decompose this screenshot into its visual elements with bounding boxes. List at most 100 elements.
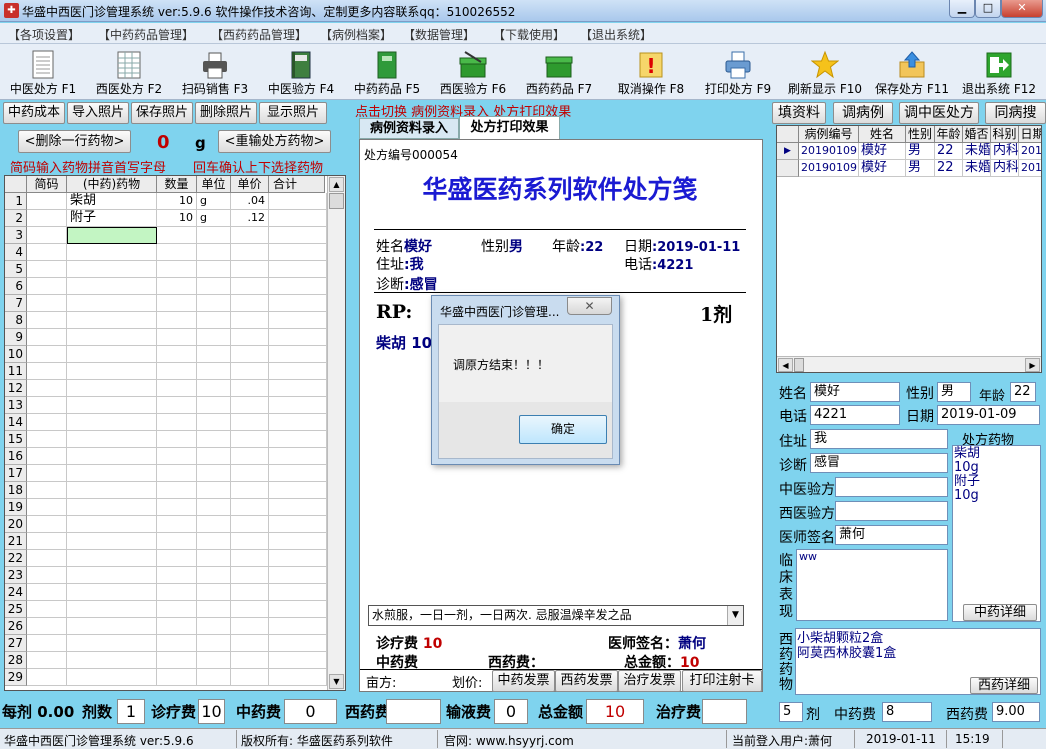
case-cell[interactable]: 内科 — [991, 143, 1019, 160]
herb-fee-field[interactable]: 0 — [284, 699, 337, 724]
grid-cell-name[interactable] — [67, 601, 157, 618]
grid-cell-code[interactable] — [27, 567, 67, 584]
menu-herb-drugs[interactable]: 【中药药品管理】 — [98, 26, 194, 43]
grid-cell-code[interactable] — [27, 652, 67, 669]
grid-cell-total[interactable] — [269, 363, 327, 380]
grid-cell-code[interactable] — [27, 397, 67, 414]
grid-cell-total[interactable] — [269, 414, 327, 431]
grid-cell-name[interactable] — [67, 448, 157, 465]
tab-load-tcm-rx[interactable]: 调中医处方 — [899, 102, 979, 124]
grid-cell-qty[interactable] — [157, 669, 197, 686]
grid-cell-price[interactable] — [231, 363, 269, 380]
grid-cell-total[interactable] — [269, 431, 327, 448]
grid-cell-qty[interactable] — [157, 652, 197, 669]
scroll-thumb[interactable] — [329, 193, 344, 209]
scroll-down-icon[interactable]: ▼ — [329, 674, 344, 689]
grid-cell-price[interactable] — [231, 499, 269, 516]
tab-same-disease-search[interactable]: 同病搜 — [985, 102, 1046, 124]
tcm-recipe-button[interactable]: 中医验方 F4 — [258, 46, 344, 98]
grid-cell-price[interactable]: .12 — [231, 210, 269, 227]
grid-cell-price[interactable] — [231, 635, 269, 652]
grid-cell-total[interactable] — [269, 584, 327, 601]
grid-cell-unit[interactable] — [197, 652, 231, 669]
herb-invoice-button[interactable]: 中药发票 — [492, 670, 555, 692]
grid-cell-qty[interactable] — [157, 278, 197, 295]
grid-cell-code[interactable] — [27, 618, 67, 635]
grid-cell-code[interactable] — [27, 601, 67, 618]
grid-cell-qty[interactable] — [157, 295, 197, 312]
grid-cell-qty[interactable] — [157, 329, 197, 346]
doctor-field[interactable]: 萧何 — [835, 525, 948, 545]
minimize-icon[interactable]: ▁ — [949, 0, 975, 18]
grid-cell-name[interactable] — [67, 499, 157, 516]
case-hscroll[interactable]: ◀ ▶ — [777, 356, 1041, 372]
grid-cell-unit[interactable] — [197, 397, 231, 414]
cancel-operation-button[interactable]: ! 取消操作 F8 — [608, 46, 694, 98]
grid-cell-unit[interactable] — [197, 448, 231, 465]
grid-cell-code[interactable] — [27, 261, 67, 278]
menu-west-drugs[interactable]: 【西药药品管理】 — [211, 26, 307, 43]
grid-cell-code[interactable] — [27, 669, 67, 686]
grid-cell-unit[interactable] — [197, 278, 231, 295]
grid-cell-price[interactable] — [231, 669, 269, 686]
grid-cell-total[interactable] — [269, 550, 327, 567]
grid-cell-name[interactable] — [67, 261, 157, 278]
sex-field[interactable]: 男 — [937, 382, 971, 402]
grid-cell-unit[interactable] — [197, 499, 231, 516]
dialog-ok-button[interactable]: 确定 — [519, 415, 607, 444]
grid-cell-code[interactable] — [27, 584, 67, 601]
usage-select[interactable]: 水煎服，一日一剂，一日两次. 忌服温燥辛发之品 ▼ — [368, 605, 744, 626]
grid-cell-name[interactable] — [67, 635, 157, 652]
grid-cell-name[interactable] — [67, 278, 157, 295]
grid-cell-qty[interactable] — [157, 227, 197, 244]
grid-cell-name[interactable]: 柴胡 — [67, 193, 157, 210]
grid-cell-unit[interactable] — [197, 516, 231, 533]
grid-cell-unit[interactable] — [197, 414, 231, 431]
grid-cell-code[interactable] — [27, 380, 67, 397]
grid-cell-total[interactable] — [269, 329, 327, 346]
grid-cell-qty[interactable] — [157, 244, 197, 261]
grid-cell-total[interactable] — [269, 295, 327, 312]
rx-drugs-box[interactable]: 柴胡 10g 附子 10g 中药详细 — [952, 445, 1041, 622]
grid-cell-name[interactable] — [67, 346, 157, 363]
grid-cell-total[interactable] — [269, 261, 327, 278]
herb-detail-button[interactable]: 中药详细 — [963, 604, 1037, 621]
tab-import-photo[interactable]: 导入照片 — [67, 102, 129, 124]
grid-cell-code[interactable] — [27, 482, 67, 499]
grid-cell-name[interactable] — [67, 652, 157, 669]
grid-cell-qty[interactable] — [157, 261, 197, 278]
grid-cell-name[interactable] — [67, 363, 157, 380]
total-field[interactable]: 10 — [586, 699, 644, 724]
grid-cell-total[interactable] — [269, 448, 327, 465]
grid-cell-code[interactable] — [27, 244, 67, 261]
grid-cell-total[interactable] — [269, 635, 327, 652]
grid-cell-qty[interactable] — [157, 516, 197, 533]
save-prescription-button[interactable]: 保存处方 F11 — [869, 46, 955, 98]
grid-cell-unit[interactable] — [197, 635, 231, 652]
doses-field[interactable]: 1 — [117, 699, 145, 724]
grid-cell-qty[interactable] — [157, 431, 197, 448]
grid-cell-total[interactable] — [269, 669, 327, 686]
grid-cell-unit[interactable] — [197, 363, 231, 380]
west-invoice-button[interactable]: 西药发票 — [555, 670, 618, 692]
grid-cell-qty[interactable] — [157, 465, 197, 482]
grid-cell-qty[interactable] — [157, 499, 197, 516]
grid-cell-price[interactable] — [231, 414, 269, 431]
grid-cell-price[interactable] — [231, 601, 269, 618]
treat-fee-field[interactable] — [702, 699, 747, 724]
grid-cell-name[interactable] — [67, 329, 157, 346]
grid-cell-code[interactable] — [27, 516, 67, 533]
grid-cell-price[interactable] — [231, 312, 269, 329]
hscroll-thumb[interactable] — [794, 358, 804, 372]
case-cell[interactable]: 201 — [1019, 143, 1041, 160]
grid-cell-unit[interactable] — [197, 227, 231, 244]
grid-cell-qty[interactable] — [157, 533, 197, 550]
grid-cell-code[interactable] — [27, 635, 67, 652]
grid-cell-unit[interactable] — [197, 533, 231, 550]
tel-field[interactable]: 4221 — [810, 405, 900, 425]
case-cell[interactable]: 男 — [906, 143, 935, 160]
grid-cell-code[interactable] — [27, 414, 67, 431]
grid-cell-code[interactable] — [27, 431, 67, 448]
grid-scrollbar[interactable]: ▲ ▼ — [327, 176, 345, 690]
grid-active-cell[interactable] — [67, 227, 157, 244]
